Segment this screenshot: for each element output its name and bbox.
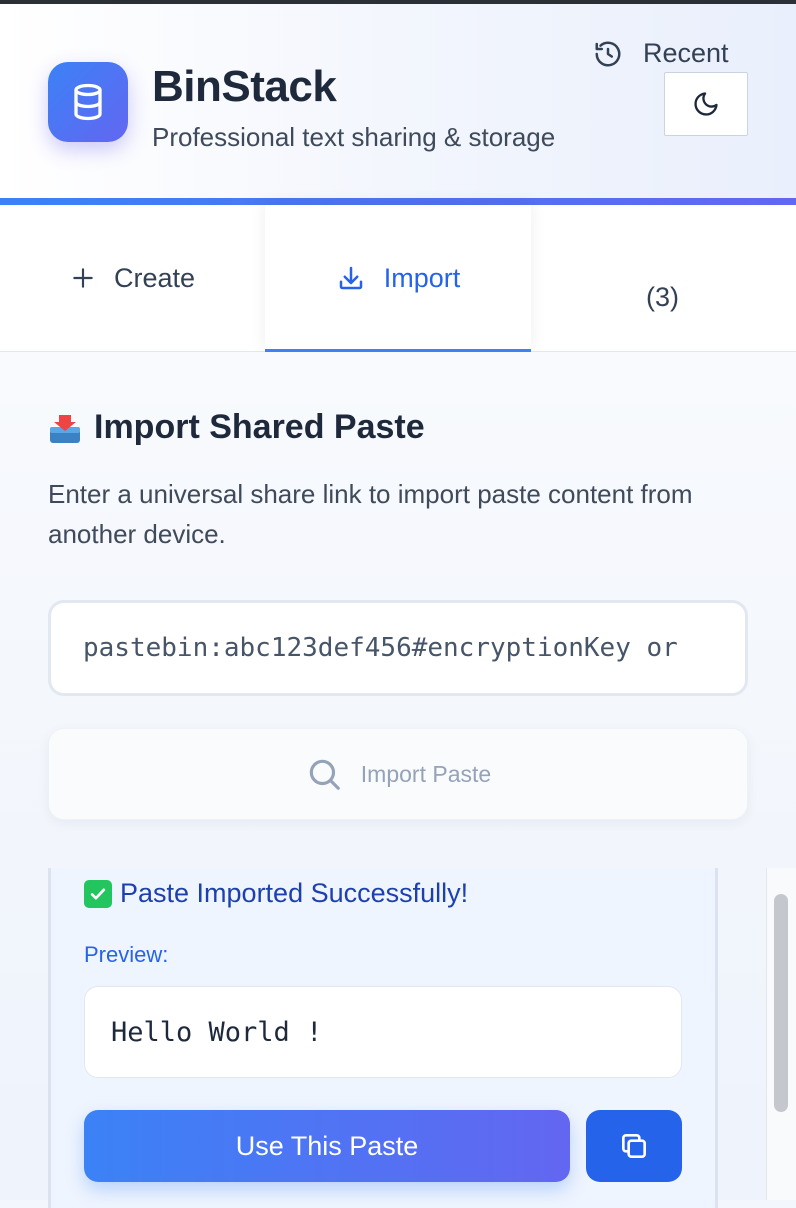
app-subtitle: Professional text sharing & storage [152, 122, 556, 152]
import-section-title: Import Shared Paste [48, 408, 425, 447]
tab-create-label: Create [113, 262, 196, 293]
tab-recent[interactable] [531, 205, 796, 351]
tab-create[interactable]: Create [0, 205, 265, 351]
database-icon [74, 83, 102, 121]
tab-recent-label: Recent [643, 38, 729, 68]
use-this-paste-button[interactable]: Use This Paste [84, 1110, 570, 1182]
share-link-value: pastebin:abc123def456#encryptionKey or [83, 633, 678, 663]
tab-import[interactable]: Import [265, 205, 531, 353]
header-accent-bar [0, 198, 796, 205]
tab-recent-count: (3) [646, 282, 679, 312]
import-paste-button[interactable]: Import Paste [48, 728, 748, 820]
import-success-title: Paste Imported Successfully! [84, 878, 468, 909]
moon-icon [694, 92, 718, 116]
inbox-tray-icon [48, 413, 82, 443]
import-description: Enter a universal share link to import p… [48, 479, 693, 549]
download-icon [336, 263, 366, 293]
preview-label: Preview: [84, 942, 169, 967]
use-this-paste-label: Use This Paste [235, 1130, 419, 1161]
app-logo [48, 62, 128, 142]
tab-import-label: Import [383, 262, 461, 293]
preview-content: Hello World ! [84, 986, 682, 1078]
tab-recent-content: Recent [593, 38, 729, 69]
app-title: BinStack [152, 62, 337, 111]
import-success-text: Paste Imported Successfully! [120, 878, 469, 908]
share-link-input[interactable]: pastebin:abc123def456#encryptionKey or [48, 600, 748, 696]
copy-button[interactable] [586, 1110, 682, 1182]
history-icon [593, 39, 623, 69]
plus-icon [70, 265, 96, 291]
import-title-text: Import Shared Paste [94, 408, 425, 446]
copy-icon [622, 1134, 646, 1158]
search-icon [305, 755, 343, 793]
check-mark-icon [84, 879, 112, 908]
import-paste-label: Import Paste [360, 760, 492, 787]
tab-bar: Create Import [0, 205, 796, 353]
preview-text: Hello World ! [111, 1016, 323, 1048]
scrollbar-thumb[interactable] [774, 894, 788, 1112]
theme-toggle-button[interactable] [664, 72, 748, 136]
